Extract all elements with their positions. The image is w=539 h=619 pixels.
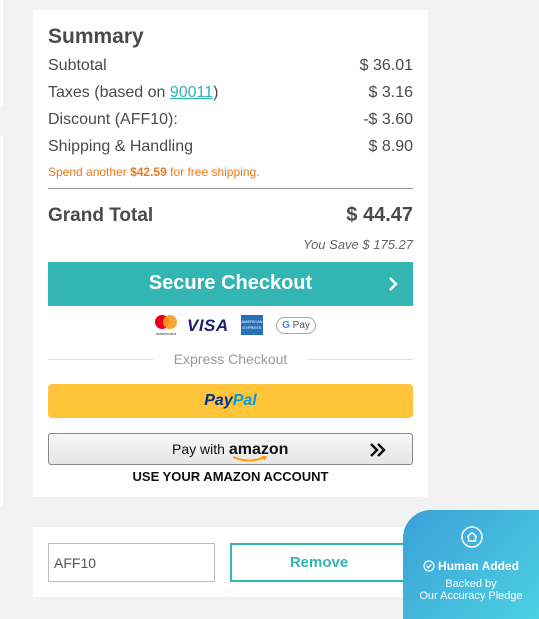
check-circle-icon — [423, 560, 435, 572]
subtotal-row: Subtotal $ 36.01 — [48, 57, 413, 77]
amazon-smile-icon — [232, 456, 268, 462]
taxes-label-prefix: Taxes (based on — [48, 84, 170, 101]
taxes-label-suffix: ) — [213, 84, 219, 101]
coupon-code-input[interactable] — [48, 543, 215, 582]
double-chevron-right-icon — [370, 443, 386, 457]
badge-line1: Backed by — [445, 578, 497, 590]
visa-icon: VISA — [187, 316, 229, 335]
left-panel-edge — [0, 0, 3, 107]
taxes-row: Taxes (based on 90011) $ 3.16 — [48, 84, 413, 104]
svg-text:mastercard: mastercard — [156, 331, 176, 336]
grand-total-label: Grand Total — [48, 205, 154, 226]
amex-icon: AMERICAN EXPRESS — [241, 315, 263, 335]
badge-line2: Our Accuracy Pledge — [419, 590, 523, 602]
free-shipping-prefix: Spend another — [48, 165, 131, 179]
shipping-value: $ 8.90 — [368, 138, 413, 155]
order-summary-card: Summary Subtotal $ 36.01 Taxes (based on… — [33, 10, 428, 497]
home-icon — [461, 526, 483, 548]
discount-row: Discount (AFF10): -$ 3.60 — [48, 111, 413, 131]
coupon-card: Remove — [33, 527, 428, 597]
discount-value: -$ 3.60 — [363, 111, 413, 128]
paypal-pay: Pay — [204, 392, 233, 409]
subtotal-value: $ 36.01 — [359, 57, 413, 74]
amazon-pay-button[interactable]: Pay with amazon — [48, 433, 413, 465]
discount-label: Discount (AFF10): — [48, 111, 178, 128]
taxes-label: Taxes (based on 90011) — [48, 84, 219, 102]
amex-line1: AMERICAN — [241, 319, 263, 324]
left-panel-edge — [0, 136, 3, 506]
taxes-value: $ 3.16 — [368, 84, 413, 101]
google-pay-icon: G Pay — [276, 317, 316, 334]
amex-line2: EXPRESS — [242, 325, 262, 330]
express-checkout-divider: Express Checkout — [48, 350, 413, 368]
payment-cards: mastercard VISA AMERICAN EXPRESS G Pay — [151, 314, 321, 336]
paypal-pal: Pal — [232, 392, 257, 409]
accuracy-pledge-text: Backed by Our Accuracy Pledge — [403, 578, 539, 602]
shipping-row: Shipping & Handling $ 8.90 — [48, 138, 413, 158]
summary-title: Summary — [48, 25, 144, 48]
free-shipping-notice: Spend another $42.59 for free shipping. — [48, 165, 260, 179]
shipping-label: Shipping & Handling — [48, 138, 193, 155]
amazon-pay-with: Pay with — [172, 441, 229, 457]
subtotal-label: Subtotal — [48, 57, 107, 74]
human-added-title: Human Added — [403, 559, 539, 573]
amazon-caption: USE YOUR AMAZON ACCOUNT — [132, 469, 329, 484]
summary-divider — [48, 188, 413, 189]
paypal-logo: PayPal — [48, 392, 413, 410]
human-added-text: Human Added — [438, 559, 519, 573]
you-save-text: You Save $ 175.27 — [303, 237, 413, 252]
free-shipping-suffix: for free shipping. — [166, 165, 260, 179]
mastercard-icon: mastercard — [155, 315, 177, 336]
zip-code-link[interactable]: 90011 — [170, 84, 213, 101]
grand-total-value: $ 44.47 — [346, 204, 413, 226]
chevron-right-icon — [389, 277, 398, 291]
gpay-pay: Pay — [289, 320, 310, 331]
free-shipping-amount: $42.59 — [130, 165, 167, 179]
secure-checkout-label: Secure Checkout — [148, 272, 313, 294]
gpay-g: G — [282, 320, 290, 331]
paypal-button[interactable]: PayPal — [48, 384, 413, 418]
divider-line — [308, 359, 413, 360]
human-added-badge[interactable]: Human Added Backed by Our Accuracy Pledge — [403, 510, 539, 619]
secure-checkout-button[interactable]: Secure Checkout — [48, 262, 413, 306]
remove-coupon-button[interactable]: Remove — [230, 543, 408, 582]
